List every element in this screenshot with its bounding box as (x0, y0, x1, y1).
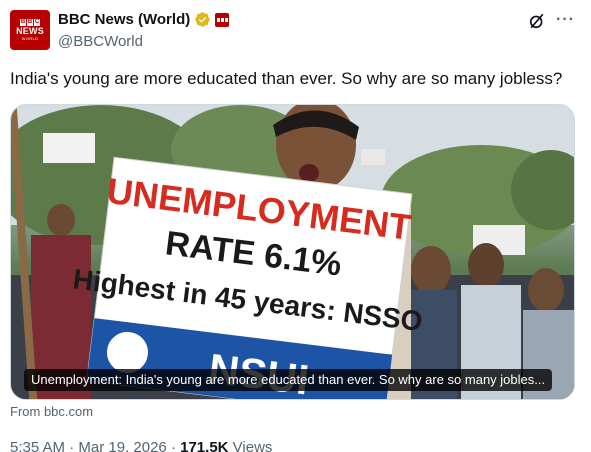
tweet-meta: 5:35 AM · Mar 19, 2026 · 171.5K Views (10, 439, 272, 452)
verified-badge-icon[interactable] (194, 11, 211, 28)
bbc-logo: BBC (20, 19, 40, 26)
author-avatar[interactable]: BBC NEWS WORLD (10, 10, 50, 50)
more-horizontal-icon[interactable]: ··· (556, 12, 575, 28)
media-caption: Unemployment: India's young are more edu… (24, 369, 553, 391)
grok-icon[interactable] (527, 11, 547, 31)
meta-separator: · (69, 439, 75, 452)
author-name[interactable]: BBC News (World) (58, 11, 190, 28)
tweet-text: India's young are more educated than eve… (10, 69, 563, 88)
views-count: 171.5K (180, 439, 229, 452)
meta-separator: · (170, 439, 176, 452)
avatar-news-text: NEWS (16, 26, 44, 36)
views-label: Views (232, 439, 273, 452)
link-source[interactable]: From bbc.com (10, 404, 93, 419)
author-name-row: BBC News (World) (58, 11, 230, 28)
author-handle[interactable]: @BBCWorld (58, 33, 143, 50)
media-image[interactable]: UNEMPLOYMENT RATE 6.1% Highest in 45 yea… (10, 104, 575, 400)
tweet-date[interactable]: Mar 19, 2026 (78, 439, 166, 452)
tweet-time[interactable]: 5:35 AM (10, 439, 65, 452)
avatar-world-text: WORLD (21, 36, 39, 41)
bbc-affiliate-badge-icon[interactable] (215, 12, 230, 27)
protest-photo: UNEMPLOYMENT RATE 6.1% Highest in 45 yea… (11, 105, 574, 399)
